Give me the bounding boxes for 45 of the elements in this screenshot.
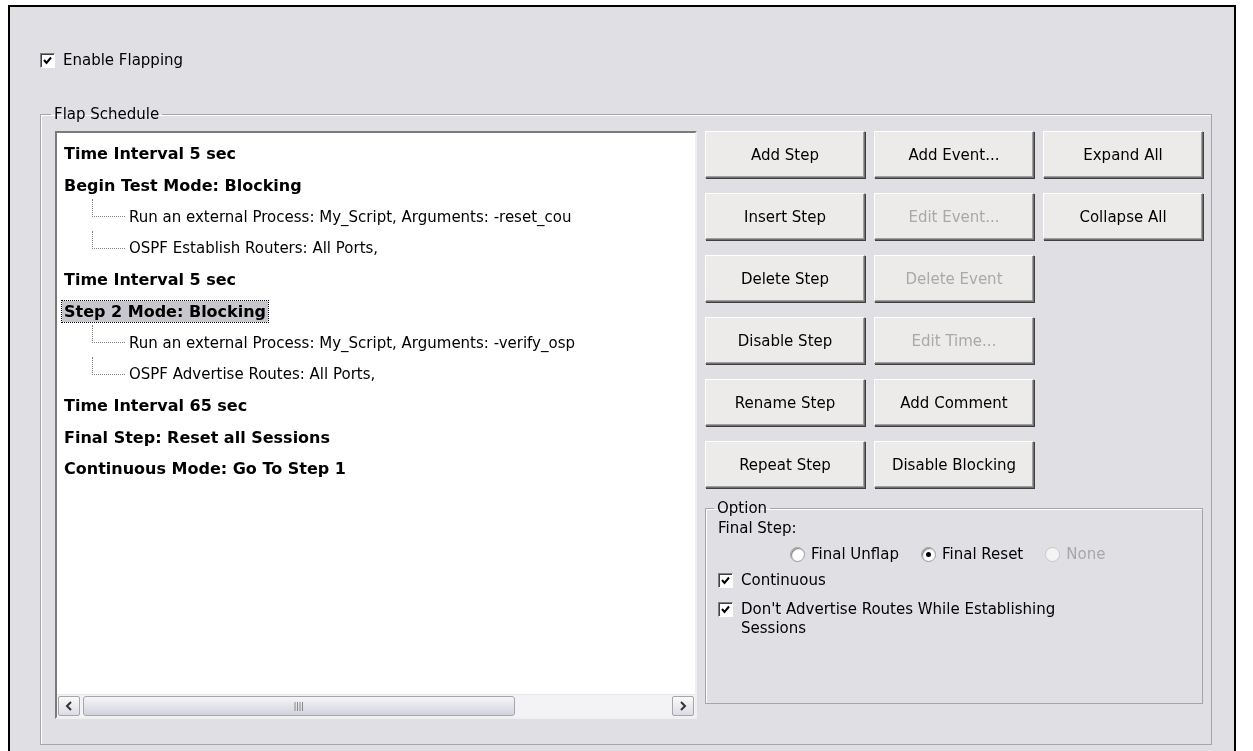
radio-button[interactable] <box>790 546 805 562</box>
checkbox-label: Continuous <box>741 571 826 590</box>
checkbox-label: Don't Advertise Routes While Establishing Sessions <box>741 600 1057 638</box>
action-button[interactable]: Rename Step <box>705 379 865 426</box>
checkbox[interactable] <box>718 602 733 617</box>
action-button[interactable]: Delete Step <box>705 255 865 302</box>
tree-item[interactable]: Run an external Process: My_Script, Arguments: -reset_cou <box>129 207 572 226</box>
action-button[interactable]: Add Comment <box>874 379 1034 426</box>
tree-item[interactable]: Run an external Process: My_Script, Arguments: -verify_osp <box>129 333 575 352</box>
checkbox-label: Enable Flapping <box>63 51 184 70</box>
action-button[interactable]: Insert Step <box>705 193 865 240</box>
radio-label: Final Reset <box>942 545 1024 563</box>
horizontal-scrollbar[interactable] <box>57 694 695 717</box>
action-button[interactable]: Expand All <box>1043 131 1203 178</box>
action-button[interactable]: Disable Step <box>705 317 865 364</box>
radio-label: Final Unflap <box>811 545 899 563</box>
tree-item[interactable]: Begin Test Mode: Blocking <box>62 174 304 196</box>
tree-item[interactable]: Time Interval 5 sec <box>62 143 239 165</box>
tree-line <box>92 325 125 344</box>
action-button[interactable]: Add Step <box>705 131 865 178</box>
tree-item[interactable]: Final Step: Reset all Sessions <box>62 426 332 448</box>
action-button[interactable]: Disable Blocking <box>874 441 1034 488</box>
checkbox[interactable] <box>718 573 733 588</box>
group-title: Flap Schedule <box>53 105 161 123</box>
tree-item[interactable]: OSPF Establish Routers: All Ports, <box>129 239 379 258</box>
checkbox[interactable] <box>40 53 55 68</box>
radio-button[interactable] <box>921 546 936 562</box>
tree-view[interactable] <box>55 131 697 719</box>
action-button[interactable]: Add Event... <box>874 131 1034 178</box>
tree-item[interactable]: OSPF Advertise Routes: All Ports, <box>129 365 376 384</box>
scroll-right-icon[interactable] <box>672 696 694 716</box>
tree-line <box>92 230 125 249</box>
tree-line <box>92 356 125 375</box>
tree-item[interactable]: Time Interval 5 sec <box>62 269 239 291</box>
action-button[interactable]: Collapse All <box>1043 193 1203 240</box>
scroll-left-icon[interactable] <box>58 696 80 716</box>
field-label: Final Step: <box>718 519 798 537</box>
tree-item[interactable]: Step 2 Mode: Blocking <box>62 300 269 322</box>
scroll-thumb[interactable] <box>83 696 515 716</box>
tree-line <box>92 199 125 218</box>
tree-item[interactable]: Continuous Mode: Go To Step 1 <box>62 458 348 480</box>
radio-label: None <box>1066 545 1106 563</box>
action-button[interactable]: Repeat Step <box>705 441 865 488</box>
tree-item[interactable]: Time Interval 65 sec <box>62 395 250 417</box>
group-title: Option <box>716 499 769 517</box>
